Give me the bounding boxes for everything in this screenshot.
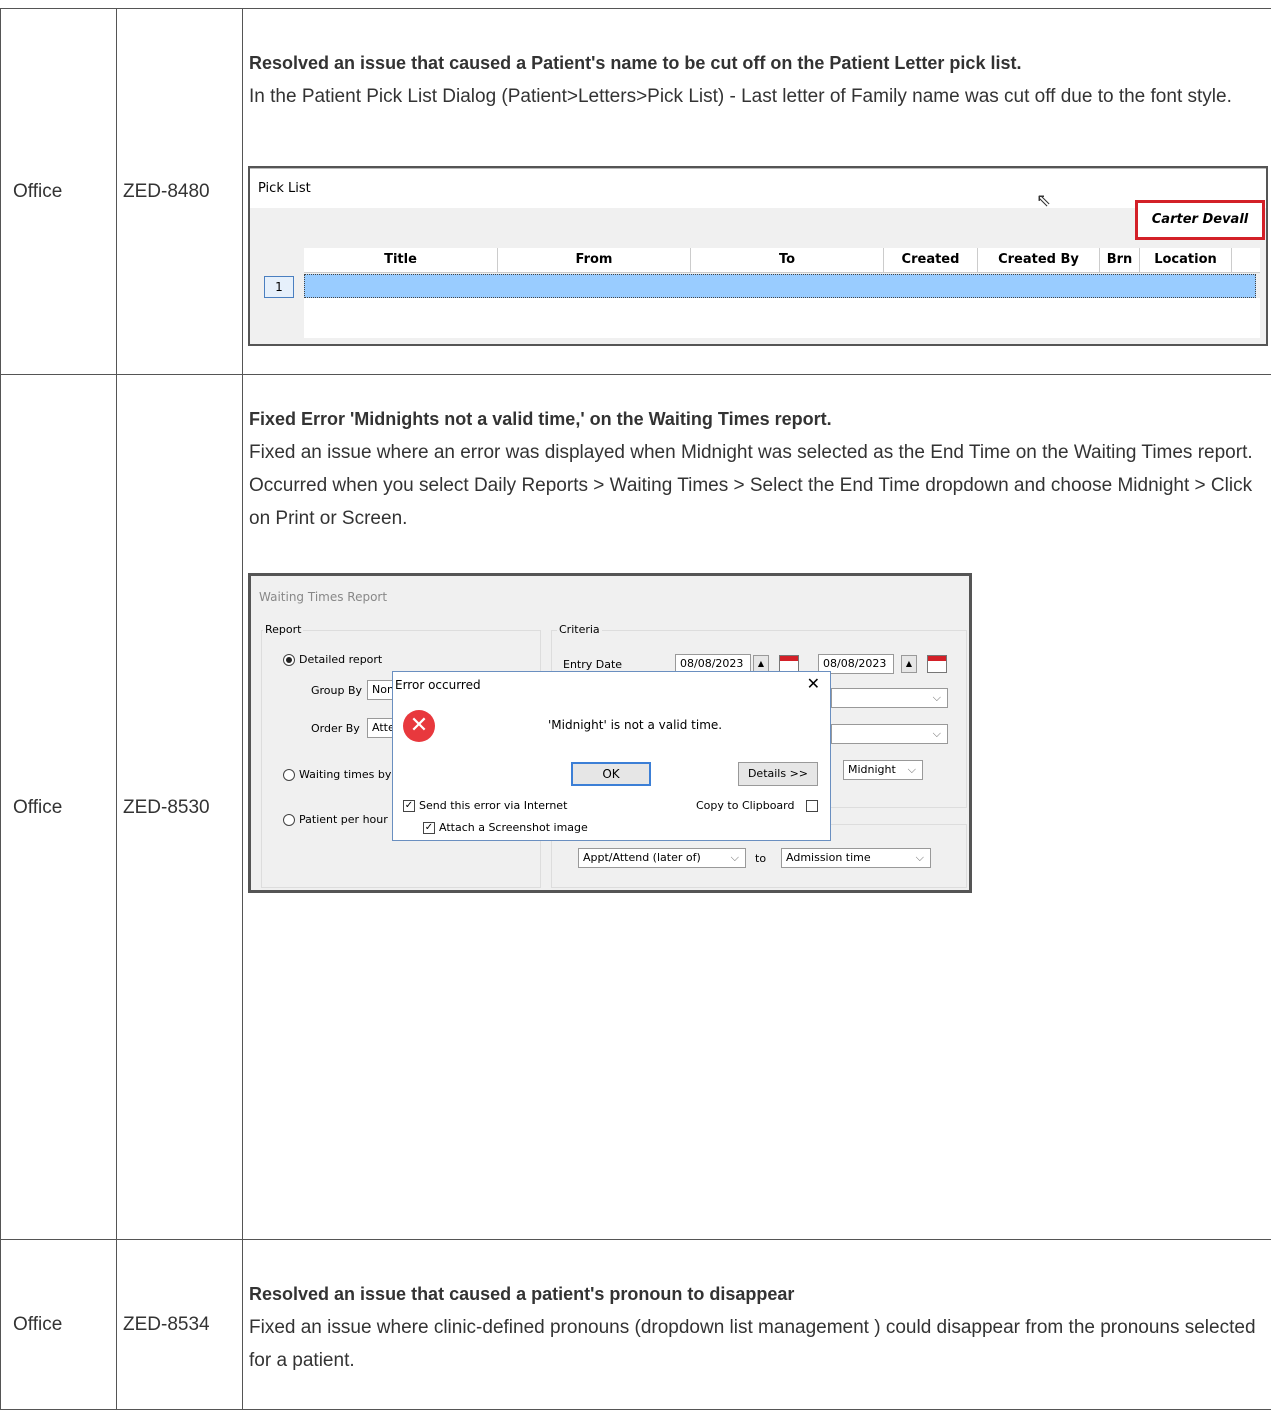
from-field-select[interactable]: Appt/Attend (later of)⌵: [578, 848, 746, 868]
error-message: 'Midnight' is not a valid time.: [548, 718, 722, 732]
calendar-icon[interactable]: [927, 655, 947, 673]
detailed-report-radio[interactable]: [283, 654, 295, 666]
end-time-select[interactable]: Midnight⌵: [843, 760, 923, 780]
row-number[interactable]: 1: [264, 276, 294, 298]
details-button[interactable]: Details >>: [738, 762, 818, 786]
mouse-cursor-icon: ⇖: [1036, 190, 1051, 211]
column-header[interactable]: Location: [1140, 248, 1232, 272]
entry-date-label: Entry Date: [563, 658, 622, 671]
selected-row[interactable]: [304, 274, 1256, 298]
note-title: Fixed Error 'Midnights not a valid time,…: [249, 403, 1267, 436]
send-error-label: Send this error via Internet: [419, 799, 567, 812]
ticket-cell: ZED-8480: [117, 9, 243, 375]
note-description: Fixed an issue where clinic-defined pron…: [249, 1311, 1267, 1377]
column-header[interactable]: Title: [304, 248, 498, 272]
patient-per-hour-label: Patient per hour b: [299, 813, 398, 826]
report-group-label: Report: [263, 623, 303, 636]
description-cell: Resolved an issue that caused a patient'…: [243, 1240, 1271, 1410]
pick-list-header: Title From To Created Created By Brn Loc…: [304, 248, 1260, 273]
chevron-down-icon: ⌵: [916, 849, 924, 867]
attach-screenshot-checkbox[interactable]: ✓: [423, 822, 435, 834]
attach-screenshot-label: Attach a Screenshot image: [439, 821, 588, 834]
dialog-title: Error occurred: [395, 678, 481, 692]
note-description: Fixed an issue where an error was displa…: [249, 436, 1267, 535]
ticket-cell: ZED-8530: [117, 375, 243, 1240]
waiting-times-screenshot: Waiting Times Report Report Criteria Det…: [248, 573, 972, 893]
column-header[interactable]: To: [691, 248, 884, 272]
close-icon[interactable]: ✕: [807, 674, 820, 693]
column-header[interactable]: From: [498, 248, 691, 272]
ok-button[interactable]: OK: [571, 762, 651, 786]
chevron-down-icon: ⌵: [933, 689, 941, 707]
chevron-down-icon: ⌵: [933, 725, 941, 743]
product-cell: Office: [1, 9, 117, 375]
waiting-by-hour-label: Waiting times by h: [299, 768, 402, 781]
table-row: Office ZED-8534 Resolved an issue that c…: [1, 1240, 1271, 1410]
date-to-spinner[interactable]: ▲: [901, 655, 917, 673]
error-dialog: Error occurred ✕ ✕ 'Midnight' is not a v…: [392, 671, 831, 841]
copy-clipboard-label: Copy to Clipboard: [696, 799, 794, 812]
product-cell: Office: [1, 1240, 117, 1410]
detailed-report-label: Detailed report: [299, 653, 382, 666]
criteria-select[interactable]: ⌵: [831, 724, 948, 744]
patient-per-hour-radio[interactable]: [283, 814, 295, 826]
ticket-cell: ZED-8534: [117, 1240, 243, 1410]
product-cell: Office: [1, 375, 117, 1240]
column-header[interactable]: Created By: [978, 248, 1100, 272]
order-by-label: Order By: [311, 722, 360, 735]
to-field-select[interactable]: Admission time⌵: [781, 848, 931, 868]
error-icon: ✕: [403, 710, 435, 742]
note-title: Resolved an issue that caused a patient'…: [249, 1278, 1267, 1311]
patient-name-highlight: Carter Devall: [1135, 200, 1265, 240]
criteria-select[interactable]: ⌵: [831, 688, 948, 708]
to-label: to: [755, 852, 766, 865]
note-title: Resolved an issue that caused a Patient'…: [249, 47, 1267, 80]
pick-list-titlebar: Pick List: [250, 168, 1266, 209]
group-by-label: Group By: [311, 684, 362, 697]
waiting-by-hour-radio[interactable]: [283, 769, 295, 781]
chevron-down-icon: ⌵: [731, 849, 739, 867]
send-error-checkbox[interactable]: ✓: [403, 800, 415, 812]
criteria-group-label: Criteria: [557, 623, 602, 636]
report-window-title: Waiting Times Report: [259, 590, 387, 604]
pick-list-screenshot: Pick List ⇖ Carter Devall Title From To …: [248, 166, 1268, 346]
column-header[interactable]: Created: [884, 248, 978, 272]
pick-list-title: Pick List: [258, 181, 311, 196]
chevron-down-icon: ⌵: [908, 761, 916, 779]
note-description: In the Patient Pick List Dialog (Patient…: [249, 80, 1267, 113]
copy-clipboard-checkbox[interactable]: [806, 800, 818, 812]
column-header[interactable]: Brn: [1100, 248, 1140, 272]
